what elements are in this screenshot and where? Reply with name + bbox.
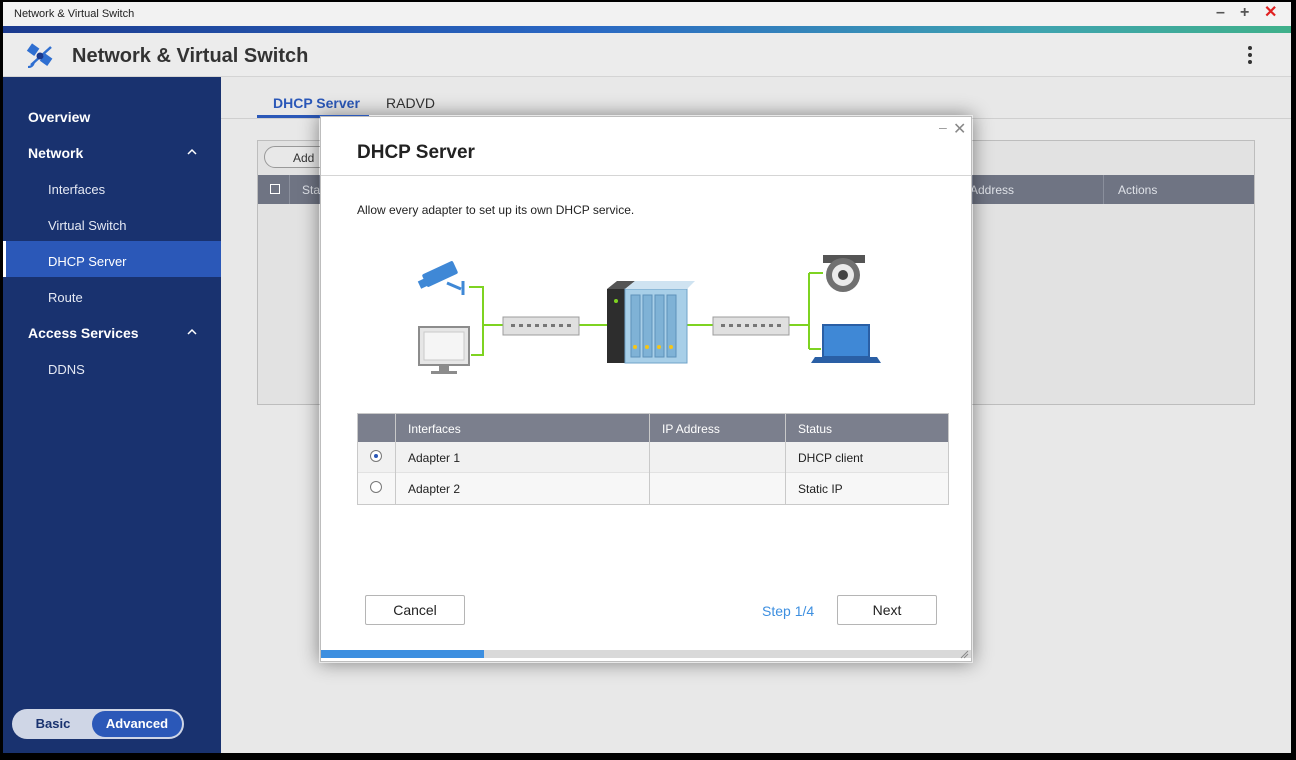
mode-toggle[interactable]: Basic Advanced — [12, 709, 184, 739]
select-all-checkbox[interactable] — [270, 184, 280, 194]
dome-camera-icon — [823, 255, 865, 292]
sidebar-item-access-services[interactable]: Access Services — [28, 325, 139, 341]
tab-radvd[interactable]: RADVD — [386, 95, 435, 111]
column-header-ip-address: IP Address — [662, 422, 720, 436]
column-header-interfaces: Interfaces — [408, 422, 461, 436]
status-value: DHCP client — [798, 451, 864, 465]
sidebar-item-virtual-switch[interactable]: Virtual Switch — [48, 218, 127, 233]
window-titlebar[interactable]: Network & Virtual Switch – + ✕ — [3, 2, 1291, 26]
step-indicator: Step 1/4 — [762, 603, 815, 619]
adapter-1-radio[interactable] — [370, 450, 382, 462]
table-row[interactable]: Adapter 1 DHCP client — [358, 442, 948, 473]
status-value: Static IP — [798, 482, 843, 496]
column-divider — [1103, 175, 1104, 204]
column-divider — [649, 414, 650, 504]
column-header-ip-address: Address — [970, 183, 1015, 197]
dialog-minimize-icon[interactable]: – — [939, 119, 947, 135]
network-satellite-icon — [26, 43, 53, 68]
sidebar-item-interfaces[interactable]: Interfaces — [48, 182, 105, 197]
maximize-icon[interactable]: + — [1240, 5, 1249, 21]
table-row[interactable]: Adapter 2 Static IP — [358, 473, 948, 504]
kebab-menu-icon[interactable] — [1247, 46, 1253, 68]
column-divider — [785, 414, 786, 504]
advanced-mode-button[interactable]: Advanced — [92, 711, 182, 737]
chevron-up-icon[interactable] — [187, 327, 197, 337]
tab-dhcp-server[interactable]: DHCP Server — [273, 95, 360, 111]
column-header-status: Sta — [302, 183, 321, 197]
dialog-divider — [321, 175, 971, 176]
column-divider — [289, 175, 290, 204]
adapter-table-header: Interfaces IP Address Status — [358, 414, 948, 442]
accent-gradient-bar — [3, 26, 1291, 33]
next-button[interactable]: Next — [837, 595, 937, 625]
wizard-progress-bar — [321, 650, 971, 658]
sidebar-item-overview[interactable]: Overview — [28, 109, 90, 125]
adapter-2-radio[interactable] — [370, 481, 382, 493]
sidebar-item-network[interactable]: Network — [28, 145, 83, 161]
interface-name: Adapter 1 — [408, 451, 461, 465]
desktop-monitor-icon — [418, 326, 470, 374]
cancel-button[interactable]: Cancel — [365, 595, 465, 625]
dialog-description: Allow every adapter to set up its own DH… — [357, 203, 635, 217]
column-divider — [395, 414, 396, 504]
column-header-actions: Actions — [1118, 183, 1158, 197]
dialog-title: DHCP Server — [357, 142, 475, 163]
app-header: Network & Virtual Switch — [3, 33, 1291, 77]
app-window: Network & Virtual Switch – + ✕ Network &… — [3, 2, 1291, 753]
sidebar-item-route[interactable]: Route — [48, 290, 83, 305]
network-diagram — [417, 255, 881, 374]
resize-grip-icon[interactable] — [959, 649, 969, 659]
network-switch-icon — [502, 316, 580, 336]
sidebar: Overview Network Interfaces Virtual Swit… — [3, 77, 221, 753]
app-title: Network & Virtual Switch — [72, 45, 309, 67]
adapter-table: Interfaces IP Address Status Adapter 1 D… — [357, 413, 949, 505]
window-title: Network & Virtual Switch — [14, 8, 135, 20]
laptop-icon — [811, 324, 881, 363]
dhcp-server-dialog: – ✕ DHCP Server Allow every adapter to s… — [320, 116, 972, 662]
network-switch-icon — [712, 316, 790, 336]
dialog-close-icon[interactable]: ✕ — [953, 119, 966, 139]
minimize-icon[interactable]: – — [1216, 5, 1225, 21]
close-icon[interactable]: ✕ — [1264, 5, 1277, 21]
column-header-status: Status — [798, 422, 833, 436]
sidebar-item-dhcp-server[interactable]: DHCP Server — [48, 254, 127, 269]
nas-server-icon — [607, 281, 695, 364]
wizard-progress-fill — [321, 650, 484, 658]
sidebar-item-ddns[interactable]: DDNS — [48, 362, 85, 377]
security-camera-icon — [417, 261, 465, 295]
chevron-up-icon[interactable] — [187, 147, 197, 157]
interface-name: Adapter 2 — [408, 482, 461, 496]
basic-mode-button[interactable]: Basic — [12, 709, 94, 739]
